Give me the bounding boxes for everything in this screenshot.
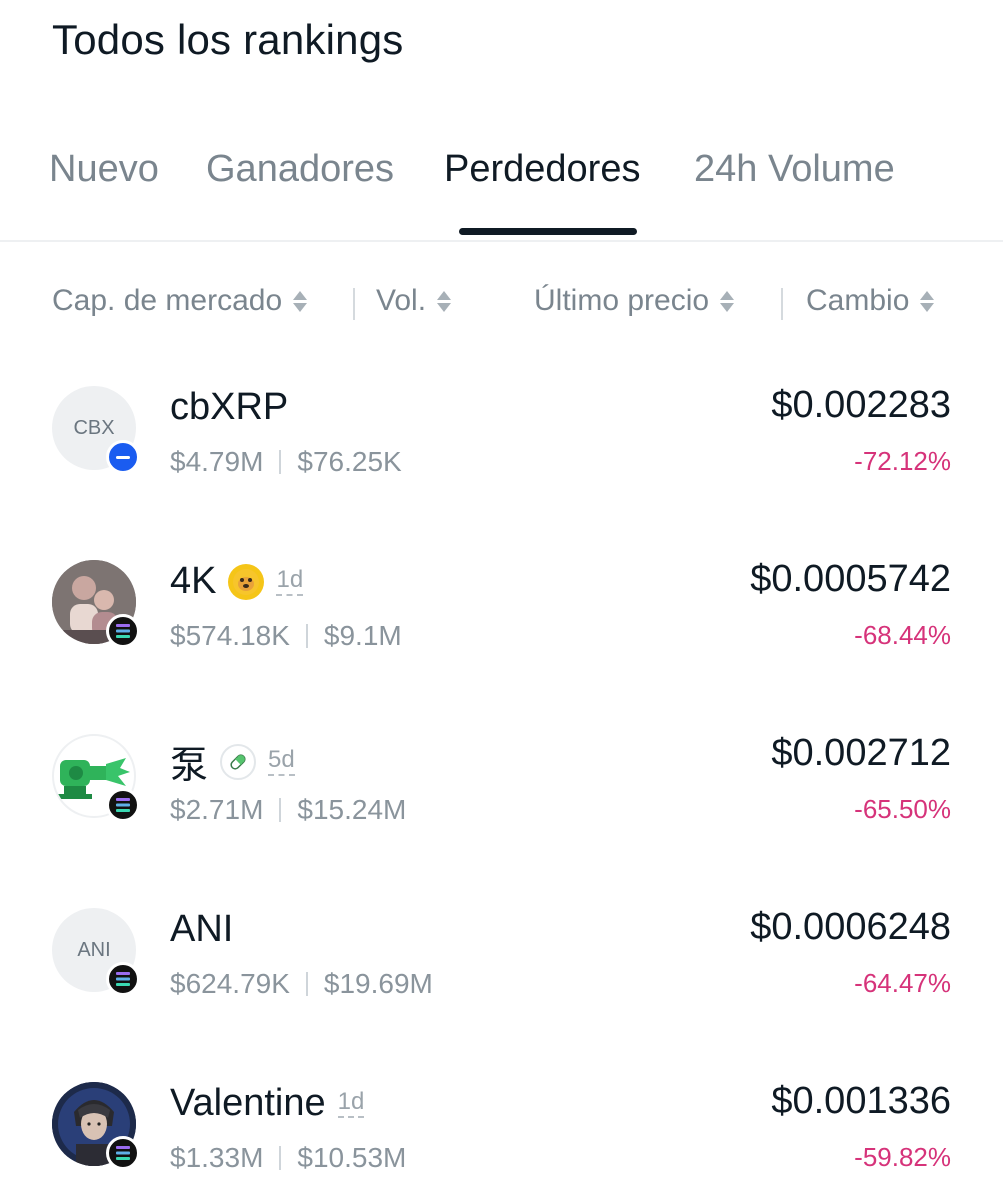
price-value: $0.0006248 (750, 906, 951, 948)
avatar-text: ANI (77, 938, 111, 961)
token-name: cbXRP (170, 386, 289, 428)
token-name-line: cbXRP (170, 386, 288, 429)
tab-24h-volume[interactable]: 24h Volume (694, 148, 895, 191)
solana-chain-icon (106, 962, 140, 996)
doge-emoji-icon (228, 563, 265, 600)
market-cap-value: $2.71M (170, 794, 264, 825)
token-name: Valentine (170, 1082, 326, 1124)
solana-chain-icon (106, 614, 140, 648)
price-value: $0.0005742 (750, 558, 951, 600)
sort-last-price-button[interactable]: Último precio (534, 284, 735, 318)
market-cap-value: $1.33M (170, 1142, 264, 1173)
active-tab-indicator (459, 228, 637, 235)
token-stats: $2.71M $15.24M (170, 794, 406, 826)
token-name-line: ANI (170, 908, 233, 951)
token-row[interactable]: Valentine 1d $1.33M $10.53M $0.001336 -5… (0, 1080, 1003, 1202)
token-row[interactable]: CBX cbXRP $4.79M $76.25K $0.002283 -72.1… (0, 384, 1003, 506)
change-value: -64.47% (854, 968, 951, 998)
market-cap-value: $4.79M (170, 446, 264, 477)
token-stats: $574.18K $9.1M (170, 620, 402, 652)
pill-icon (220, 743, 257, 780)
tab-ganadores[interactable]: Ganadores (206, 148, 394, 191)
sort-arrows-icon (436, 290, 452, 312)
token-row[interactable]: ANI ANI $624.79K $19.69M $0.0006248 -64.… (0, 906, 1003, 1028)
sort-change-button[interactable]: Cambio (806, 284, 935, 318)
base-chain-icon (106, 440, 140, 474)
sort-last-price-label: Último precio (534, 284, 710, 317)
sort-arrows-icon (292, 290, 308, 312)
token-name: ANI (170, 908, 234, 950)
token-row[interactable]: 泵 5d $2.71M $15.24M $0.002712 -65.50% (0, 732, 1003, 854)
token-age: 1d (337, 1089, 365, 1118)
token-row[interactable]: 4K 1d $574.18K $9.1M $0.0005742 -68.44% (0, 558, 1003, 680)
stats-divider (305, 624, 308, 648)
market-cap-value: $574.18K (170, 620, 290, 651)
token-age: 5d (268, 747, 295, 776)
sort-volume-button[interactable]: Vol. (376, 284, 452, 318)
change-value: -65.50% (854, 794, 951, 824)
token-stats: $4.79M $76.25K (170, 446, 402, 478)
tab-perdedores[interactable]: Perdedores (444, 148, 640, 191)
sort-bar: Cap. de mercado Vol. Último precio Cambi… (0, 284, 1003, 324)
volume-value: $15.24M (297, 794, 407, 825)
stats-divider (305, 972, 308, 996)
stats-divider (279, 1146, 282, 1170)
market-cap-value: $624.79K (170, 968, 290, 999)
sort-arrows-icon (719, 290, 735, 312)
sort-market-cap-label: Cap. de mercado (52, 284, 283, 317)
page-title: Todos los rankings (52, 16, 404, 63)
sort-change-label: Cambio (806, 284, 910, 317)
volume-value: $9.1M (323, 620, 402, 651)
price-value: $0.002283 (771, 384, 951, 426)
tab-nuevo[interactable]: Nuevo (49, 148, 159, 191)
token-name-line: 泵 5d (170, 734, 295, 789)
token-stats: $1.33M $10.53M (170, 1142, 406, 1174)
change-value: -59.82% (854, 1142, 951, 1172)
token-name-line: 4K 1d (170, 560, 304, 603)
token-age: 1d (276, 567, 304, 596)
stats-divider (279, 450, 282, 474)
volume-value: $10.53M (297, 1142, 407, 1173)
volume-value: $76.25K (297, 446, 402, 477)
avatar-text: CBX (73, 416, 115, 439)
price-value: $0.001336 (771, 1080, 951, 1122)
solana-chain-icon (106, 1136, 140, 1170)
volume-value: $19.69M (323, 968, 433, 999)
token-name: 泵 (170, 743, 209, 787)
sort-divider (781, 288, 783, 320)
sort-market-cap-button[interactable]: Cap. de mercado (52, 284, 308, 318)
change-value: -68.44% (854, 620, 951, 650)
sort-volume-label: Vol. (376, 284, 427, 317)
token-name-line: Valentine 1d (170, 1082, 365, 1125)
sort-divider (353, 288, 355, 320)
solana-chain-icon (106, 788, 140, 822)
price-value: $0.002712 (771, 732, 951, 774)
sort-arrows-icon (919, 290, 935, 312)
change-value: -72.12% (854, 446, 951, 476)
token-stats: $624.79K $19.69M (170, 968, 433, 1000)
token-name: 4K (170, 560, 217, 602)
stats-divider (279, 798, 282, 822)
